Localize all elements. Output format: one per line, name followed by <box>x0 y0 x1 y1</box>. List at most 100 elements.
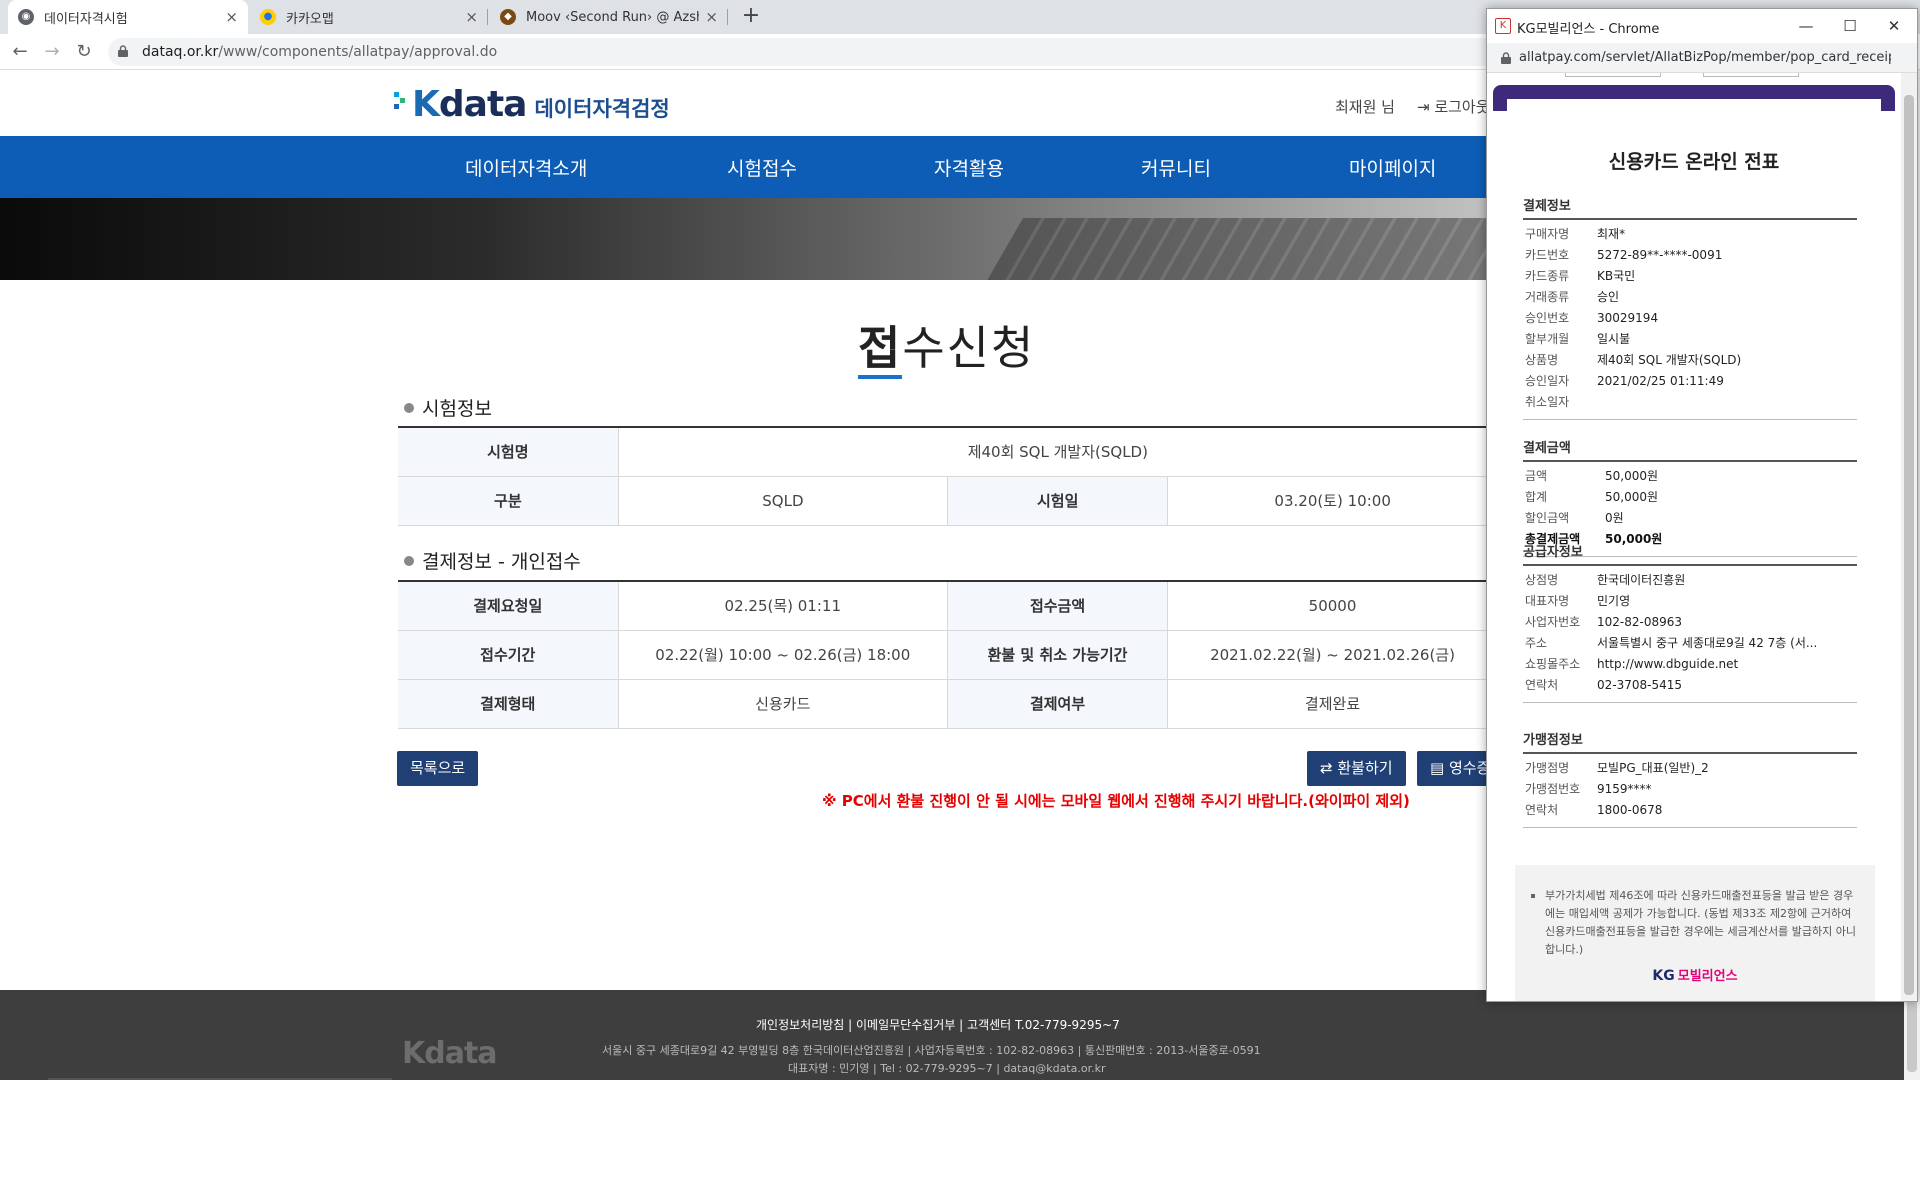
list-item: 사업자번호 102-82-08963 <box>1523 612 1857 633</box>
refresh-icon: ⇄ <box>1320 759 1338 777</box>
scrollbar-thumb[interactable] <box>1904 95 1914 995</box>
row-label: 사업자번호 <box>1525 615 1581 629</box>
row-value: 서울특별시 중구 세종대로9길 42 7층 (서... <box>1597 636 1818 650</box>
row-value: 승인 <box>1597 290 1620 304</box>
exam-date-label: 시험일 <box>947 476 1169 526</box>
nav-item-mypage[interactable]: 마이페이지 <box>1349 154 1436 181</box>
list-item: 승인일자 2021/02/25 01:11:49 <box>1523 371 1857 392</box>
period-label: 접수기간 <box>398 630 619 680</box>
row-label: 거래종류 <box>1525 290 1570 304</box>
bullet-icon <box>404 402 414 413</box>
refund-button-label: 환불하기 <box>1337 759 1393 777</box>
kakaomap-icon: ● <box>260 9 276 25</box>
nav-item-community[interactable]: 커뮤니티 <box>1141 154 1211 181</box>
payment-info-heading: 결제정보 - 개인접수 <box>404 547 581 574</box>
tab-moov[interactable]: ◆ Moov ‹Second Run› @ Azshara × <box>490 0 728 34</box>
logo-data: data <box>438 84 528 125</box>
payment-status-label: 결제여부 <box>947 679 1169 729</box>
receipt-popup-window: K KG모빌리언스 - Chrome — ☐ ✕ allatpay.com/se… <box>1486 8 1918 1002</box>
url-text: dataq.or.kr/www/components/allatpay/appr… <box>142 44 497 60</box>
exam-date-value: 03.20(토) 10:00 <box>1167 476 1498 526</box>
tax-notice-text: 부가가치세법 제46조에 따라 신용카드매출전표등을 발급 받은 경우에는 매입… <box>1545 889 1856 956</box>
popup-scrollbar[interactable] <box>1901 73 1917 1001</box>
popup-url: allatpay.com/servlet/AllatBizPop/member/… <box>1519 50 1891 65</box>
row-value: 5272-89**-****-0091 <box>1597 248 1723 262</box>
exam-type-value: SQLD <box>618 476 949 526</box>
footer-links[interactable]: 개인정보처리방침 | 이메일무단수집거부 | 고객센터 T.02-779-929… <box>756 1016 1120 1033</box>
logout-label: 로그아웃 <box>1434 98 1490 116</box>
row-label: 연락처 <box>1525 803 1559 817</box>
kg-mobilians-logo: KG 모빌리언스 <box>1515 967 1875 986</box>
maximize-icon[interactable]: ☐ <box>1835 14 1865 38</box>
list-item: 카드번호 5272-89**-****-0091 <box>1523 245 1857 266</box>
list-item: 연락처 1800-0678 <box>1523 800 1857 821</box>
supplier-heading: 공급자정보 <box>1523 541 1857 566</box>
request-date-label: 결제요청일 <box>398 581 619 631</box>
row-value: 02-3708-5415 <box>1597 678 1683 692</box>
address-bar[interactable]: dataq.or.kr/www/components/allatpay/appr… <box>108 38 1588 66</box>
tab-kakaomap[interactable]: ● 카카오맵 × <box>250 0 488 34</box>
list-item: 가맹점명 모빌PG_대표(일반)_2 <box>1523 758 1857 779</box>
row-label: 할인금액 <box>1525 511 1570 525</box>
popup-title: KG모빌리언스 - Chrome <box>1517 22 1660 37</box>
list-item: 할인금액 0원 <box>1523 508 1857 529</box>
row-value: 일시불 <box>1597 332 1631 346</box>
table-row: 결제형태 신용카드 결제여부 결제완료 <box>398 679 1498 729</box>
payment-section: 결제정보 구매자명 최재* 카드번호 5272-89**-****-0091 카드종… <box>1523 195 1857 420</box>
logout-link[interactable]: ⇥ 로그아웃 <box>1417 96 1490 117</box>
list-item: 합계 50,000원 <box>1523 487 1857 508</box>
row-label: 승인번호 <box>1525 311 1570 325</box>
close-tab-icon[interactable]: × <box>705 8 718 26</box>
reload-icon[interactable]: ↻ <box>72 40 96 64</box>
back-to-list-button[interactable]: 목록으로 <box>397 751 479 786</box>
request-date-value: 02.25(목) 01:11 <box>618 581 949 631</box>
receipt-body: 신용카드 온라인 전표 결제정보 구매자명 최재* 카드번호 5272-89**-*… <box>1507 99 1881 1001</box>
period-value: 02.22(월) 10:00 ~ 02.26(금) 18:00 <box>618 630 949 680</box>
close-icon[interactable]: ✕ <box>1879 14 1909 38</box>
nav-item-register[interactable]: 시험접수 <box>727 154 797 181</box>
row-value: 2021/02/25 01:11:49 <box>1597 374 1724 388</box>
tax-notice: 부가가치세법 제46조에 따라 신용카드매출전표등을 발급 받은 경우에는 매입… <box>1515 865 1875 1001</box>
popup-address-bar: allatpay.com/servlet/AllatBizPop/member/… <box>1487 43 1917 73</box>
site-logo[interactable]: K data 데이터자격검정 <box>394 84 670 125</box>
table-row: 접수기간 02.22(월) 10:00 ~ 02.26(금) 18:00 환불 … <box>398 630 1498 680</box>
row-label: 대표자명 <box>1525 594 1570 608</box>
tab-ghost <box>1565 73 1661 77</box>
shop-url-link[interactable]: http://www.dbguide.net <box>1597 654 1738 675</box>
supplier-rows: 상점명 한국데이터진흥원 대표자명 민기영 사업자번호 102-82-08963 주소… <box>1523 566 1857 703</box>
forward-arrow-icon[interactable]: → <box>40 40 64 64</box>
nav-item-about[interactable]: 데이터자격소개 <box>465 154 587 181</box>
row-label: 카드번호 <box>1525 248 1570 262</box>
table-row: 구분 SQLD 시험일 03.20(토) 10:00 <box>398 476 1498 526</box>
close-tab-icon[interactable]: × <box>225 8 238 26</box>
receipt-icon: ▤ <box>1430 759 1449 777</box>
list-item: 주소 서울특별시 중구 세종대로9길 42 7층 (서... <box>1523 633 1857 654</box>
row-value: 0원 <box>1605 511 1624 525</box>
tab-dataq[interactable]: ◉ 데이터자격시험 × <box>8 0 248 34</box>
nav-item-utilize[interactable]: 자격활용 <box>934 154 1004 181</box>
popup-titlebar: K KG모빌리언스 - Chrome — ☐ ✕ <box>1487 9 1917 43</box>
exam-name-label: 시험명 <box>398 427 619 477</box>
tab-title: Moov ‹Second Run› @ Azshara <box>526 9 699 25</box>
row-value: KB국민 <box>1597 269 1636 283</box>
url-host: dataq.or.kr <box>142 44 219 60</box>
row-label: 구매자명 <box>1525 227 1570 241</box>
minimize-icon[interactable]: — <box>1791 14 1821 38</box>
list-item: 상점명 한국데이터진흥원 <box>1523 570 1857 591</box>
row-label: 합계 <box>1525 490 1548 504</box>
list-item: 금액 50,000원 <box>1523 466 1857 487</box>
merchant-rows: 가맹점명 모빌PG_대표(일반)_2 가맹점번호 9159**** 연락처 1800-… <box>1523 754 1857 828</box>
lock-icon <box>118 45 128 57</box>
game-icon: ◆ <box>500 9 516 25</box>
footer-logo: Kdata <box>402 1036 498 1071</box>
new-tab-button[interactable]: + <box>738 4 764 30</box>
close-tab-icon[interactable]: × <box>465 8 478 26</box>
row-label: 주소 <box>1525 636 1548 650</box>
bullet-icon <box>404 555 414 566</box>
kg-icon: K <box>1495 18 1511 34</box>
row-value: 50,000원 <box>1605 490 1659 504</box>
receipt-content: 신용카드 온라인 전표 결제정보 구매자명 최재* 카드번호 5272-89**-*… <box>1487 73 1901 1001</box>
back-arrow-icon[interactable]: ← <box>8 40 32 64</box>
tab-title: 데이터자격시험 <box>44 11 128 27</box>
refund-button[interactable]: ⇄ 환불하기 <box>1307 751 1406 786</box>
